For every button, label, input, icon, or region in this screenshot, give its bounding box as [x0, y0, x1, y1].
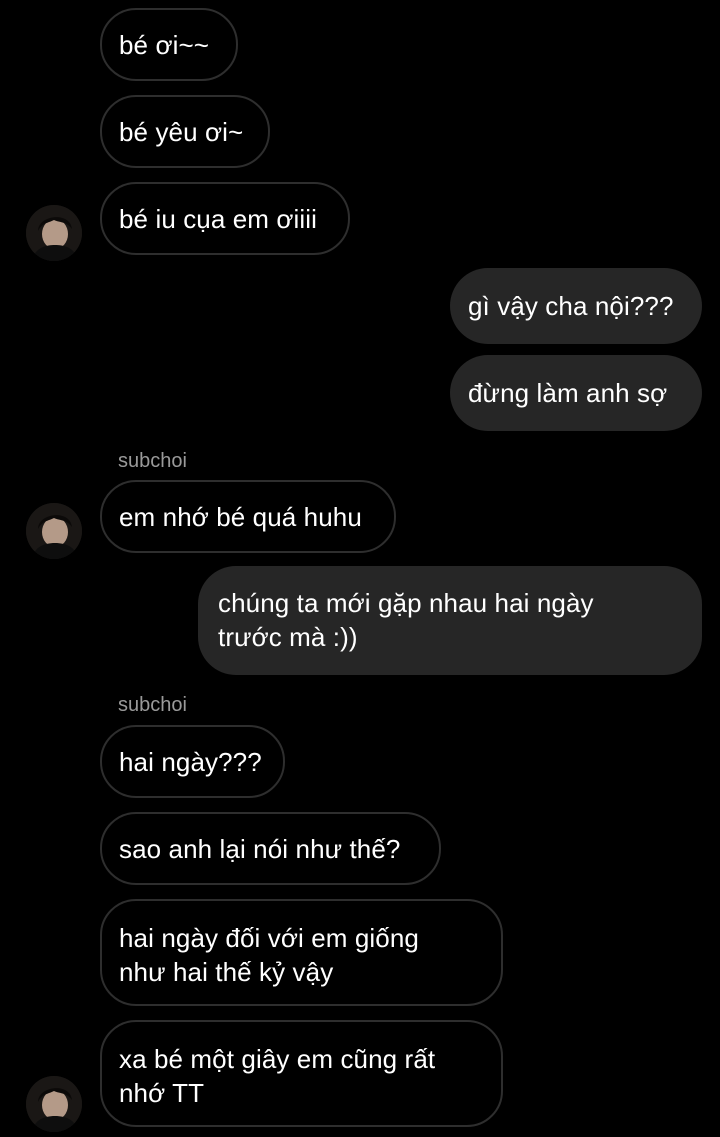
avatar-photo-icon — [26, 1076, 82, 1132]
incoming-message-bubble[interactable]: sao anh lại nói như thế? — [100, 812, 441, 885]
incoming-message-bubble[interactable]: bé yêu ơi~ — [100, 95, 270, 168]
incoming-message-bubble[interactable]: em nhớ bé quá huhu — [100, 480, 396, 553]
outgoing-message-bubble[interactable]: gì vậy cha nội??? — [450, 268, 702, 344]
message-text: hai ngày đối với em giống như hai thế kỷ… — [119, 923, 419, 987]
message-text: bé iu cụa em ơiiii — [119, 203, 318, 234]
message-text: hai ngày??? — [119, 746, 262, 777]
incoming-message-bubble[interactable]: hai ngày đối với em giống như hai thế kỷ… — [100, 899, 503, 1006]
sender-name: subchoi — [118, 694, 187, 716]
message-text: xa bé một giây em cũng rất nhớ TT — [119, 1044, 436, 1108]
message-thread[interactable]: bé ơi~~ bé yêu ơi~ bé iu cụa em ơiiii gì… — [0, 0, 720, 1137]
message-text: gì vậy cha nội??? — [468, 291, 674, 321]
avatar-photo-icon — [26, 205, 82, 261]
incoming-message-bubble[interactable]: bé iu cụa em ơiiii — [100, 182, 350, 255]
avatar[interactable] — [26, 205, 82, 261]
incoming-message-bubble[interactable]: bé ơi~~ — [100, 8, 238, 81]
message-text: em nhớ bé quá huhu — [119, 501, 362, 532]
outgoing-message-bubble[interactable]: chúng ta mới gặp nhau hai ngày trước mà … — [198, 566, 702, 675]
message-text: sao anh lại nói như thế? — [119, 833, 401, 864]
incoming-message-bubble[interactable]: xa bé một giây em cũng rất nhớ TT — [100, 1020, 503, 1127]
message-text: bé ơi~~ — [119, 29, 210, 60]
avatar[interactable] — [26, 503, 82, 559]
avatar[interactable] — [26, 1076, 82, 1132]
avatar-photo-icon — [26, 503, 82, 559]
sender-name: subchoi — [118, 450, 187, 472]
message-text: bé yêu ơi~ — [119, 116, 244, 147]
outgoing-message-bubble[interactable]: đừng làm anh sợ — [450, 355, 702, 431]
message-text: đừng làm anh sợ — [468, 378, 668, 408]
incoming-message-bubble[interactable]: hai ngày??? — [100, 725, 285, 798]
message-text: chúng ta mới gặp nhau hai ngày trước mà … — [218, 588, 594, 652]
